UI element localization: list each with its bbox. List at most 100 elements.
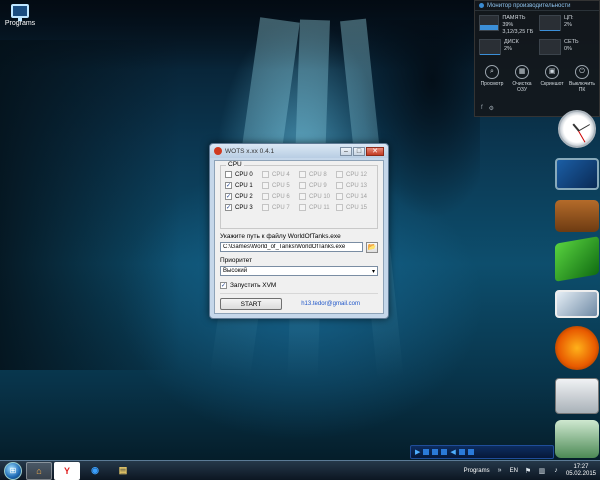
priority-label: Приоритет [220, 257, 253, 264]
computer-icon [11, 4, 29, 21]
cpu-checkbox-label: CPU 4 [272, 171, 290, 178]
power-icon: ⏻ [575, 65, 589, 79]
clock-second-hand [578, 130, 586, 143]
monitor-gadget-icon[interactable] [555, 158, 599, 190]
app-icon [214, 147, 222, 155]
tray-arrow-icon[interactable]: » [496, 467, 504, 475]
perf-action-label: Очистка ОЗУ [512, 81, 532, 93]
taskbar-folder-icon[interactable]: ▤ [110, 462, 136, 480]
flag-icon[interactable]: ⚑ [524, 467, 532, 475]
media-segment [467, 449, 474, 455]
cpu-checkbox-label: CPU 6 [272, 193, 290, 200]
media-toolbar[interactable]: ▶ ◀ [410, 445, 554, 459]
perf-action-button[interactable]: ⏻ Выключить ПК [568, 65, 596, 93]
cpu-checkbox-item: CPU 15 [336, 204, 373, 211]
network-icon[interactable]: ▥ [538, 467, 546, 475]
audio-gadget-icon[interactable] [555, 326, 599, 370]
net-value: 0% [564, 46, 572, 52]
media-segment [423, 449, 430, 455]
facebook-icon[interactable]: f [481, 105, 483, 112]
tray-programs-label[interactable]: Programs [464, 468, 490, 474]
cpu-checkbox-label: CPU 13 [346, 182, 368, 189]
taskbar-browser-icon[interactable]: ◉ [82, 462, 108, 480]
taskbar-yandex-icon[interactable]: Y [54, 461, 80, 480]
tray-clock[interactable]: 17:27 05.02.2015 [566, 464, 596, 478]
play-icon[interactable]: ▶ [415, 448, 420, 456]
cpu-checkbox-label: CPU 12 [346, 171, 368, 178]
launch-xvm-checkbox-row[interactable]: ✓ Запустить XVM [220, 282, 378, 289]
volume-icon[interactable]: ♪ [552, 467, 560, 475]
photo-gadget-icon[interactable] [555, 290, 599, 318]
files-gadget-icon[interactable] [555, 378, 599, 414]
performance-monitor-widget: Монитор производительности ПАМЯТЬ 39% 3,1… [474, 0, 600, 117]
path-input[interactable] [220, 242, 363, 252]
recycle-bin-icon[interactable] [555, 420, 599, 458]
cpu-checkbox-label: CPU 3 [235, 204, 253, 211]
disk-value: 2% [504, 46, 512, 52]
perf-action-button[interactable]: ▦ Очистка ОЗУ [508, 65, 536, 93]
cpu-checkbox[interactable]: ✓ [225, 182, 232, 189]
disk-bar [479, 39, 501, 55]
divider [220, 293, 378, 294]
cpu-checkbox-label: CPU 9 [309, 182, 327, 189]
cpu-checkbox-label: CPU 8 [309, 171, 327, 178]
screenshot-icon: ▣ [545, 65, 559, 79]
window-titlebar[interactable]: WOTS x.xx 0.4.1 – □ ✕ [210, 144, 388, 158]
taskbar-home-icon[interactable]: ⌂ [26, 461, 52, 480]
clock-minute-hand [578, 124, 591, 132]
cpu-checkbox [262, 204, 269, 211]
launch-xvm-checkbox[interactable]: ✓ [220, 282, 227, 289]
ram-icon: ▦ [515, 65, 529, 79]
cpu-checkbox-item[interactable]: ✓ CPU 2 [225, 193, 262, 200]
volume-icon[interactable]: ◀ [450, 448, 455, 456]
cpu-label: ЦП: [564, 15, 574, 21]
cpu-checkbox[interactable]: ✓ [225, 204, 232, 211]
cpu-checkbox-item: CPU 10 [299, 193, 336, 200]
cpu-checkbox-item: CPU 12 [336, 171, 373, 178]
perf-action-button[interactable]: ▣ Скриншот [538, 65, 566, 93]
cpu-checkbox-label: CPU 7 [272, 204, 290, 211]
cpu-checkbox-item: CPU 8 [299, 171, 336, 178]
launch-xvm-label: Запустить XVM [230, 282, 277, 289]
cpu-checkbox-item: CPU 14 [336, 193, 373, 200]
language-indicator[interactable]: EN [510, 468, 518, 474]
briefcase-gadget-icon[interactable] [555, 200, 599, 232]
net-label: СЕТЬ [564, 39, 579, 45]
perf-disk: ДИСК 2% [479, 39, 535, 55]
perf-title-bar: Монитор производительности [475, 1, 599, 11]
cpu-checkbox-item[interactable]: CPU 0 [225, 171, 262, 178]
minimize-button[interactable]: – [340, 146, 352, 156]
ram-bar [479, 15, 500, 31]
green-app-gadget-icon[interactable] [555, 236, 599, 282]
cpu-checkbox-item: CPU 5 [262, 182, 299, 189]
cpu-checkbox-item[interactable]: ✓ CPU 1 [225, 182, 262, 189]
cpu-checkbox-item: CPU 7 [262, 204, 299, 211]
browse-folder-button[interactable]: 📂 [366, 242, 378, 253]
settings-icon[interactable]: ⚙ [489, 105, 494, 112]
cpu-checkbox-item[interactable]: ✓ CPU 3 [225, 204, 262, 211]
maximize-button[interactable]: □ [353, 146, 365, 156]
close-button[interactable]: ✕ [366, 146, 384, 156]
cpu-checkbox-item: CPU 11 [299, 204, 336, 211]
cpu-checkbox-item: CPU 9 [299, 182, 336, 189]
cpu-checkbox [336, 193, 343, 200]
start-orb-button[interactable]: ⊞ [4, 461, 22, 480]
wots-window: WOTS x.xx 0.4.1 – □ ✕ CPU CPU 0 CPU 4 CPU … [209, 143, 389, 319]
cpu-checkbox [336, 204, 343, 211]
priority-select[interactable]: Высокий ▾ [220, 266, 378, 276]
start-button[interactable]: START [220, 298, 282, 310]
cpu-checkbox [299, 204, 306, 211]
cpu-checkbox [262, 171, 269, 178]
clock-gadget[interactable] [555, 110, 599, 152]
desktop-icon-label: Programs [4, 20, 36, 27]
ram-value: 3,12/3,25 ГБ [502, 29, 534, 35]
cpu-checkbox [336, 182, 343, 189]
taskbar: ⊞ ⌂ Y ◉ ▤ Programs » EN ⚑ ▥ ♪ 17:27 05.0… [0, 460, 600, 480]
cpu-checkbox[interactable] [225, 171, 232, 178]
perf-action-label: Выключить ПК [568, 81, 596, 93]
cpu-checkbox[interactable]: ✓ [225, 193, 232, 200]
perf-action-button[interactable]: ⌕ Просмотр [478, 65, 506, 93]
cpu-checkbox-label: CPU 1 [235, 182, 253, 189]
author-email-link[interactable]: h13.tedor@gmail.com [301, 301, 360, 307]
desktop-icon-programs[interactable]: Programs [2, 4, 38, 27]
